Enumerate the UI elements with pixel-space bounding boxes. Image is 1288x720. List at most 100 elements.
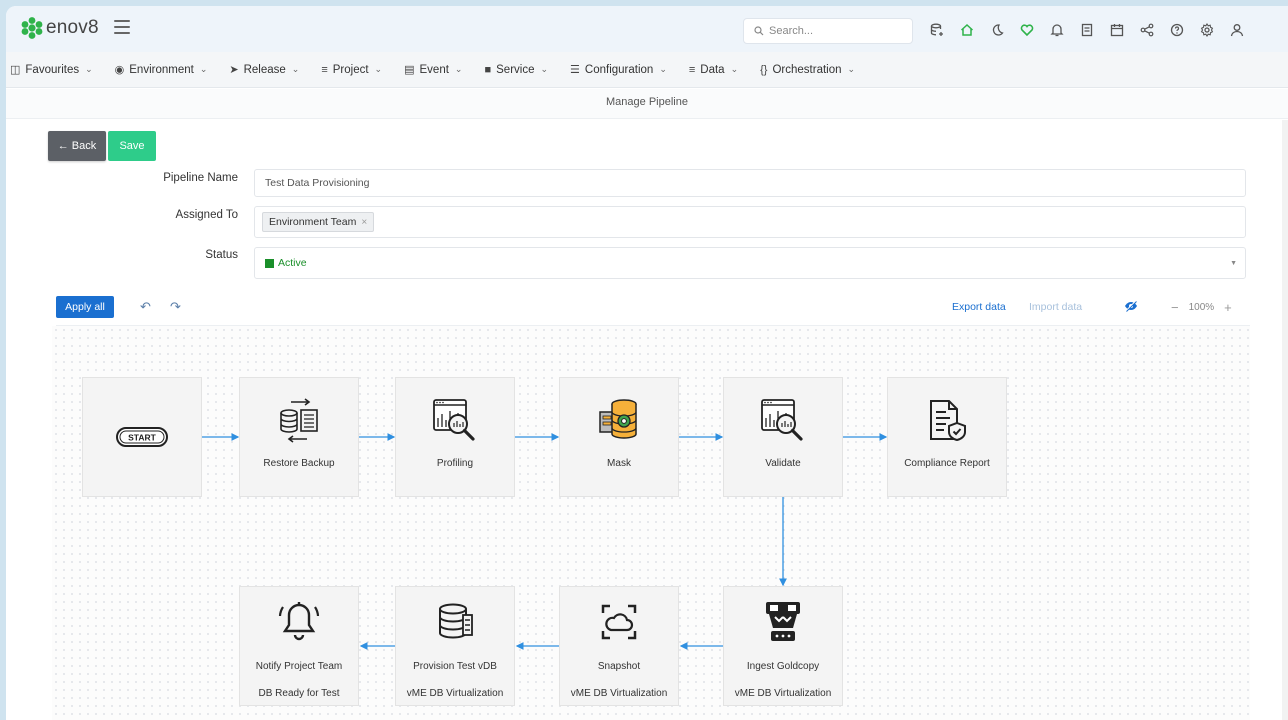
menu-service[interactable]: ■ Service ⌄: [484, 64, 548, 76]
globe-icon: ◉: [114, 64, 125, 76]
node-restore-backup[interactable]: Restore Backup: [239, 377, 359, 497]
moon-icon[interactable]: [982, 19, 1012, 41]
node-provision-test-vdb[interactable]: Provision Test vDB vME DB Virtualization: [395, 586, 515, 706]
compliance-report-icon: [925, 396, 969, 446]
profiling-icon: [430, 396, 480, 446]
pipeline-name-value: Test Data Provisioning: [265, 177, 370, 189]
bookmark-icon: ◫: [10, 64, 21, 76]
status-color-indicator: [265, 258, 274, 268]
document-icon[interactable]: [1072, 19, 1102, 41]
chevron-down-icon: ⌄: [374, 64, 383, 74]
top-bar: enov8 Search...: [6, 6, 1288, 52]
hamburger-menu-icon[interactable]: [114, 20, 130, 34]
menu-orchestration[interactable]: {} Orchestration ⌄: [760, 64, 855, 76]
node-mask[interactable]: Mask: [559, 377, 679, 497]
search-icon: [754, 26, 764, 36]
bars-icon: ☰: [570, 64, 580, 76]
apply-all-button[interactable]: Apply all: [56, 296, 114, 318]
pipeline-name-input[interactable]: Test Data Provisioning: [254, 169, 1246, 197]
node-sublabel: vME DB Virtualization: [570, 688, 668, 699]
close-icon[interactable]: ×: [361, 217, 367, 228]
node-snapshot[interactable]: Snapshot vME DB Virtualization: [559, 586, 679, 706]
gear-icon[interactable]: [1192, 19, 1222, 41]
menu-environment[interactable]: ◉ Environment ⌄: [114, 63, 208, 77]
menu-event[interactable]: ▤ Event ⌄: [404, 63, 462, 77]
menu-project[interactable]: ≡ Project ⌄: [321, 64, 382, 76]
node-notify-project-team[interactable]: Notify Project Team DB Ready for Test: [239, 586, 359, 706]
canvas-toolbar: Apply all ↶ ↷ Export data Import data − …: [56, 296, 1250, 326]
share-icon[interactable]: [1132, 19, 1162, 41]
node-label: Compliance Report: [904, 458, 990, 469]
node-label: Mask: [607, 458, 631, 469]
layers-icon: ≡: [321, 63, 328, 76]
calendar-icon[interactable]: [1102, 19, 1132, 41]
assigned-to-input[interactable]: Environment Team ×: [254, 206, 1246, 238]
validate-icon: [758, 396, 808, 446]
bell-icon: [277, 597, 321, 647]
undo-icon[interactable]: ↶: [140, 299, 156, 315]
zoom-in-button[interactable]: +: [1224, 300, 1232, 315]
start-badge-text: START: [128, 433, 157, 443]
status-select[interactable]: Active ▼: [254, 247, 1246, 279]
braces-icon: {}: [760, 63, 768, 76]
assigned-to-label: Assigned To: [175, 209, 238, 221]
node-start[interactable]: START: [82, 377, 202, 497]
back-button[interactable]: ← Back: [48, 131, 106, 161]
database-plus-icon[interactable]: [922, 19, 952, 41]
chevron-down-icon: ⌄: [540, 64, 549, 74]
ticket-icon: ■: [484, 63, 492, 76]
pipeline-canvas[interactable]: START Restore Backup Profiling Mask Vali…: [52, 326, 1250, 720]
node-sublabel: vME DB Virtualization: [406, 688, 504, 699]
logo-text: enov8: [46, 17, 99, 38]
zoom-out-button[interactable]: −: [1171, 300, 1179, 315]
node-ingest-goldcopy[interactable]: Ingest Goldcopy vME DB Virtualization: [723, 586, 843, 706]
database-icon: ≡: [688, 63, 696, 76]
ingest-goldcopy-icon: [761, 597, 805, 647]
export-data-link[interactable]: Export data: [952, 301, 1006, 313]
pipeline-name-label: Pipeline Name: [163, 172, 238, 184]
rocket-icon: ➤: [229, 64, 239, 76]
start-icon: START: [116, 424, 168, 450]
heart-icon[interactable]: [1012, 19, 1042, 41]
assigned-tag[interactable]: Environment Team ×: [262, 212, 375, 232]
enov8-logo-icon: [21, 17, 43, 39]
search-input[interactable]: Search...: [743, 18, 913, 44]
arrow-left-icon: ←: [57, 140, 72, 152]
snapshot-icon: [597, 597, 641, 647]
chevron-down-icon: ⌄: [85, 64, 93, 74]
node-label: Provision Test vDB: [413, 661, 497, 672]
import-data-link[interactable]: Import data: [1029, 301, 1082, 313]
chevron-down-icon: ⌄: [199, 64, 208, 74]
node-profiling[interactable]: Profiling: [395, 377, 515, 497]
search-placeholder: Search...: [769, 25, 814, 37]
node-label: Ingest Goldcopy: [746, 661, 820, 672]
user-icon[interactable]: [1222, 19, 1252, 41]
database-icon: [433, 597, 477, 647]
calendar-icon: ▤: [404, 64, 415, 76]
menu-favourites[interactable]: ◫ Favourites ⌄: [10, 63, 93, 77]
menu-data[interactable]: ≡ Data ⌄: [689, 64, 738, 76]
node-validate[interactable]: Validate: [723, 377, 843, 497]
caret-down-icon: ▼: [1230, 260, 1237, 267]
status-label: Status: [205, 249, 238, 261]
zoom-value: 100%: [1188, 302, 1215, 313]
chevron-down-icon: ⌄: [659, 64, 667, 74]
node-sublabel: DB Ready for Test: [258, 688, 340, 699]
node-label: Profiling: [436, 458, 474, 469]
home-icon[interactable]: [952, 19, 982, 41]
node-compliance-report[interactable]: Compliance Report: [887, 377, 1007, 497]
help-icon[interactable]: [1162, 19, 1192, 41]
node-label: Snapshot: [597, 661, 641, 672]
save-button[interactable]: Save: [108, 131, 156, 161]
hide-icon[interactable]: [1124, 299, 1138, 318]
node-label: Validate: [765, 458, 801, 469]
logo[interactable]: enov8: [20, 16, 99, 40]
zoom-control: − 100% +: [1166, 300, 1237, 315]
menu-release[interactable]: ➤ Release ⌄: [229, 63, 299, 77]
restore-backup-icon: [277, 396, 321, 446]
chevron-down-icon: ⌄: [730, 64, 739, 74]
status-value: Active: [278, 257, 307, 269]
redo-icon[interactable]: ↷: [170, 299, 186, 315]
bell-icon[interactable]: [1042, 19, 1072, 41]
menu-configuration[interactable]: ☰ Configuration ⌄: [570, 63, 667, 77]
